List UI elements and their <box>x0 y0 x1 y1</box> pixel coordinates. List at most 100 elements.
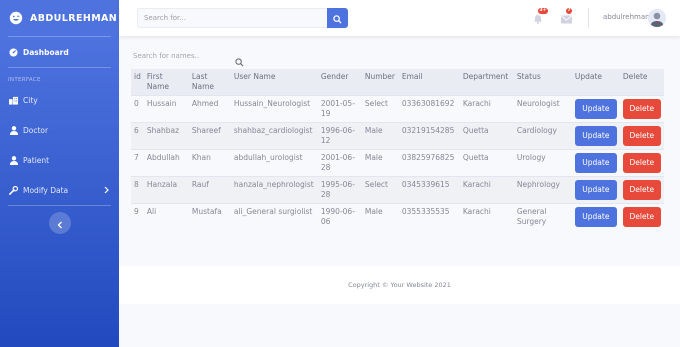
column-header: Delete <box>619 69 664 96</box>
user-name[interactable]: abdulrehman <box>603 13 650 21</box>
column-header: User Name <box>230 69 318 96</box>
column-header: Email <box>398 69 460 96</box>
records-table: id First Name Last Name User Name Gender… <box>131 69 664 230</box>
cell-first-name: Ali <box>143 203 189 230</box>
sidebar-divider <box>8 205 111 206</box>
delete-button[interactable]: Delete <box>622 180 661 200</box>
cell-update: Update <box>571 122 620 150</box>
column-header: Number <box>361 69 399 96</box>
cell-department: Quetta <box>459 149 514 177</box>
user-icon <box>9 155 18 165</box>
chevron-right-icon <box>104 186 109 196</box>
wrench-icon <box>9 185 18 195</box>
update-button[interactable]: Update <box>574 207 617 227</box>
sidebar-item-label: City <box>23 95 38 105</box>
delete-button[interactable]: Delete <box>622 99 661 119</box>
sidebar-item-label: Dashboard <box>23 47 69 57</box>
cell-delete: Delete <box>619 203 664 230</box>
delete-button[interactable]: Delete <box>622 153 661 173</box>
sidebar-item-patient[interactable]: Patient <box>0 145 119 175</box>
cell-email: 03825976825 <box>398 149 460 177</box>
cell-id: 8 <box>131 176 144 204</box>
table-row: 0 Hussain Ahmed Hussain_Neurologist 2001… <box>131 95 664 123</box>
sidebar-brand[interactable]: ABDULREHMAN <box>0 0 119 36</box>
sidebar-divider <box>8 67 111 68</box>
avatar[interactable] <box>648 9 666 27</box>
cell-last-name: Rauf <box>188 176 231 204</box>
cell-department: Karachi <box>459 95 514 123</box>
cell-id: 9 <box>131 203 144 230</box>
alerts-badge: 3+ <box>538 8 548 14</box>
column-header: Gender <box>317 69 362 96</box>
cell-gender: 2001-05-19 <box>317 95 362 123</box>
delete-button[interactable]: Delete <box>622 126 661 146</box>
cell-gender: 1996-06-12 <box>317 122 362 150</box>
column-header: Update <box>571 69 620 96</box>
cell-email: 0355335535 <box>398 203 460 230</box>
table-row: 9 Ali Mustafa ali_General surgiolist 199… <box>131 203 664 230</box>
messages-button[interactable]: 7 <box>560 8 573 24</box>
cell-first-name: Hanzala <box>143 176 189 204</box>
cell-id: 7 <box>131 149 144 177</box>
cell-gender: 1990-06-06 <box>317 203 362 230</box>
cell-user-name: Hussain_Neurologist <box>230 95 318 123</box>
cell-number: Male <box>361 203 399 230</box>
column-header: Last Name <box>188 69 231 96</box>
cell-delete: Delete <box>619 149 664 177</box>
topbar: 3+ 7 abdulrehman <box>119 0 680 36</box>
column-header: Status <box>513 69 572 96</box>
user-icon <box>9 125 18 135</box>
cell-delete: Delete <box>619 95 664 123</box>
city-icon <box>9 96 18 105</box>
table-header-row: id First Name Last Name User Name Gender… <box>131 69 664 96</box>
chevron-left-icon <box>57 214 63 233</box>
cell-user-name: hanzala_nephrologist <box>230 176 318 204</box>
cell-user-name: ali_General surgiolist <box>230 203 318 230</box>
update-button[interactable]: Update <box>574 99 617 119</box>
brand-name: ABDULREHMAN <box>30 12 118 24</box>
cell-delete: Delete <box>619 122 664 150</box>
sidebar-toggle-button[interactable] <box>49 212 71 234</box>
table-row: 8 Hanzala Rauf hanzala_nephrologist 1995… <box>131 176 664 204</box>
cell-first-name: Abdullah <box>143 149 189 177</box>
update-button[interactable]: Update <box>574 153 617 173</box>
search-input[interactable] <box>137 8 328 28</box>
laugh-wink-icon <box>8 10 24 26</box>
update-button[interactable]: Update <box>574 180 617 200</box>
column-header: Department <box>459 69 514 96</box>
sidebar-item-doctor[interactable]: Doctor <box>0 115 119 145</box>
cell-delete: Delete <box>619 176 664 204</box>
sidebar-item-city[interactable]: City <box>0 85 119 115</box>
main-content: Search for names.. id First Name Last Na… <box>119 36 680 272</box>
cell-id: 0 <box>131 95 144 123</box>
cell-department: Quetta <box>459 122 514 150</box>
cell-number: Select <box>361 176 399 204</box>
cell-user-name: shahbaz_cardiologist <box>230 122 318 150</box>
cell-update: Update <box>571 95 620 123</box>
cell-email: 03219154285 <box>398 122 460 150</box>
cell-number: Male <box>361 149 399 177</box>
cell-status: Nephrology <box>513 176 572 204</box>
sidebar-heading: INTERFACE <box>8 77 41 83</box>
dashboard-icon <box>9 47 18 57</box>
table-search-input[interactable]: Search for names.. <box>133 52 243 60</box>
cell-status: General Surgery <box>513 203 572 230</box>
update-button[interactable]: Update <box>574 126 617 146</box>
cell-status: Neurologist <box>513 95 572 123</box>
cell-department: Karachi <box>459 176 514 204</box>
copyright-text: Copyright © Your Website 2021 <box>348 281 451 289</box>
column-header: First Name <box>143 69 189 96</box>
sidebar-item-modify-data[interactable]: Modify Data <box>0 175 119 205</box>
cell-number: Select <box>361 95 399 123</box>
cell-update: Update <box>571 149 620 177</box>
delete-button[interactable]: Delete <box>622 207 661 227</box>
cell-first-name: Shahbaz <box>143 122 189 150</box>
cell-gender: 2001-06-28 <box>317 149 362 177</box>
cell-department: Karachi <box>459 203 514 230</box>
sidebar-item-dashboard[interactable]: Dashboard <box>0 37 119 67</box>
footer: Copyright © Your Website 2021 <box>119 266 680 304</box>
search-button[interactable] <box>327 8 348 28</box>
alerts-button[interactable]: 3+ <box>532 8 548 24</box>
cell-last-name: Khan <box>188 149 231 177</box>
cell-last-name: Ahmed <box>188 95 231 123</box>
